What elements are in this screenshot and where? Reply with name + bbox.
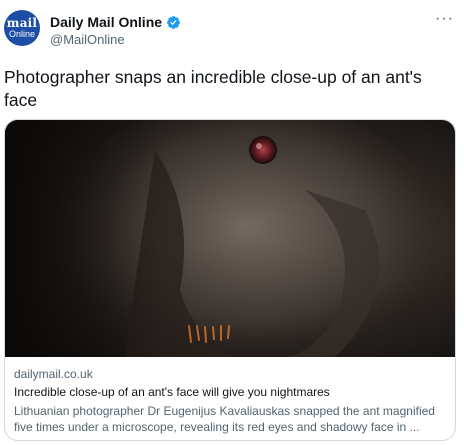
author-name-row: Daily Mail Online [50, 14, 181, 30]
more-options-icon[interactable]: ··· [435, 10, 454, 28]
card-title: Incredible close-up of an ant's face wil… [14, 385, 330, 399]
avatar-logo-subtext: Online [8, 29, 35, 39]
avatar[interactable]: mail Online [4, 10, 40, 46]
link-card[interactable]: dailymail.co.uk Incredible close-up of a… [4, 119, 456, 441]
tweet-text: Photographer snaps an incredible close-u… [4, 67, 422, 110]
card-domain: dailymail.co.uk [14, 367, 93, 381]
display-name[interactable]: Daily Mail Online [50, 14, 162, 30]
author-handle[interactable]: @MailOnline [50, 32, 125, 47]
card-image[interactable] [5, 120, 455, 357]
card-description: Lithuanian photographer Dr Eugenijus Kav… [14, 404, 435, 434]
tweet[interactable]: mail Online Daily Mail Online @MailOnlin… [0, 0, 464, 445]
avatar-logo-text: mail [6, 16, 38, 30]
verified-badge-icon [167, 15, 180, 29]
ant-face-image [5, 120, 455, 357]
